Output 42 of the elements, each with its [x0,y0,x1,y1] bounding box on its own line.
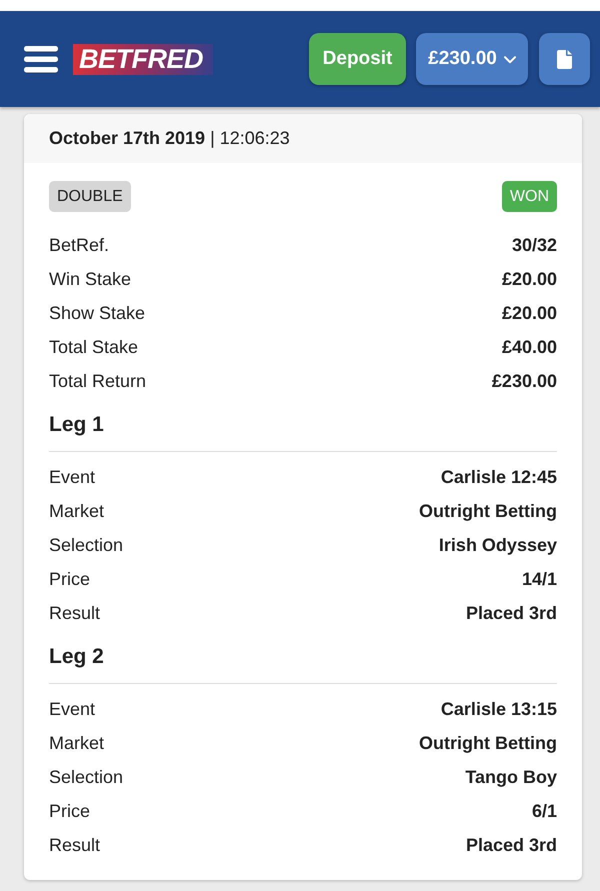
detail-label: BetRef. [49,234,110,256]
detail-value: £40.00 [502,336,557,358]
detail-label: Event [49,698,96,720]
detail-value: 30/32 [512,234,557,256]
leg-heading: Leg 1 [49,412,105,438]
balance-button[interactable]: £230.00 [416,33,528,85]
detail-value: £20.00 [502,268,557,290]
bet-status-badge: WON [502,181,557,212]
detail-value: £230.00 [492,370,557,392]
leg-heading: Leg 2 [49,644,105,670]
detail-label: Market [49,732,104,754]
detail-label: Total Stake [49,336,138,358]
detail-label: Price [49,568,90,590]
detail-value: Carlisle 13:15 [440,698,557,720]
logo[interactable]: BETFRED [73,44,213,74]
chevron-icon [504,56,516,64]
menu-icon[interactable] [24,46,58,72]
detail-value: Irish Odyssey [438,534,557,556]
detail-label: Market [49,500,104,522]
detail-value: Outright Betting [419,500,557,522]
detail-value: 14/1 [522,568,557,590]
detail-value: Tango Boy [465,766,557,788]
detail-label: Selection [49,766,124,788]
document-icon [557,50,572,68]
detail-label: Price [49,800,90,822]
detail-value: Placed 3rd [466,834,557,856]
detail-value: Carlisle 12:45 [440,466,557,488]
detail-label: Total Return [49,370,146,392]
detail-label: Win Stake [49,268,132,290]
detail-label: Result [49,602,100,624]
date-time: October 17th 2019 | 12:06:23 [49,128,290,149]
detail-value: Outright Betting [419,732,557,754]
detail-label: Event [49,466,96,488]
detail-label: Show Stake [49,302,146,324]
detail-value: £20.00 [502,302,557,324]
detail-label: Result [49,834,100,856]
betslip-button[interactable] [539,33,590,85]
deposit-button[interactable]: Deposit [309,33,406,85]
detail-value: 6/1 [532,800,557,822]
detail-label: Selection [49,534,124,556]
detail-value: Placed 3rd [466,602,557,624]
bet-type-badge: DOUBLE [49,181,131,212]
